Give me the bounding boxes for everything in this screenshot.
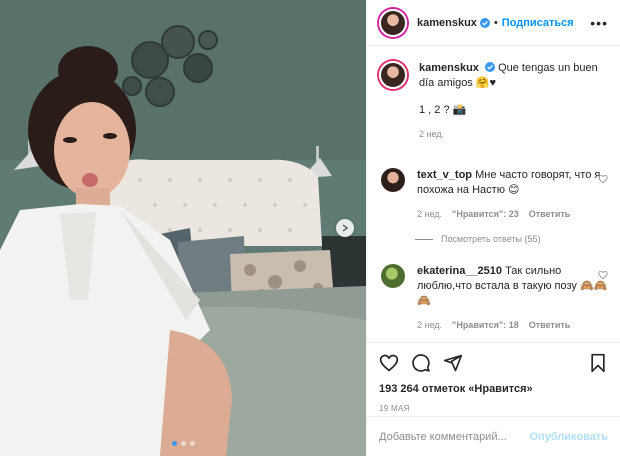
action-icons (379, 351, 608, 375)
commenter-avatar[interactable] (381, 168, 405, 192)
photo-illustration (0, 0, 366, 456)
verified-badge-icon (485, 62, 495, 72)
header-separator: • (493, 16, 498, 29)
commenter-avatar[interactable] (381, 264, 405, 288)
post-side-panel: kamenskux • Подписаться ••• kamenskux Qu… (366, 0, 620, 456)
like-comment-icon[interactable] (598, 270, 608, 280)
likes-count[interactable]: 193 264 отметок «Нравится» (379, 383, 608, 395)
follow-button[interactable]: Подписаться (502, 17, 574, 29)
view-replies-label: Посмотреть ответы (55) (441, 234, 541, 244)
publish-button[interactable]: Опубликовать (529, 431, 608, 443)
caption-time[interactable]: 2 нед. (419, 127, 444, 142)
instagram-post: kamenskux • Подписаться ••• kamenskux Qu… (0, 0, 620, 456)
comment-input[interactable] (379, 430, 530, 443)
author-username[interactable]: kamenskux (417, 17, 477, 29)
bookmark-icon[interactable] (588, 353, 608, 373)
comment-likes[interactable]: "Нравится": 18 (452, 318, 519, 333)
comment-item: ekaterina__2510 Так сильно люблю,что вст… (379, 264, 608, 333)
comment-icon[interactable] (411, 353, 431, 373)
comment-meta: 2 нед. "Нравится": 18 Ответить (417, 318, 608, 333)
more-options-icon[interactable]: ••• (590, 15, 608, 31)
caption-text-line: kamenskux Que tengas un buen día amigos … (419, 61, 608, 91)
reply-button[interactable]: Ответить (529, 207, 571, 222)
post-photo[interactable] (0, 0, 366, 456)
comment-text-line: text_v_top Мне часто говорят, что я похо… (417, 168, 608, 198)
carousel-dot (189, 441, 195, 446)
comment-likes[interactable]: "Нравится": 23 (452, 207, 519, 222)
post-header: kamenskux • Подписаться ••• (367, 0, 620, 46)
carousel-dot (171, 441, 177, 446)
comment-meta: 2 нед. "Нравится": 23 Ответить (417, 207, 608, 222)
like-comment-icon[interactable] (598, 174, 608, 184)
author-name-block: kamenskux • Подписаться (417, 17, 574, 29)
share-icon[interactable] (443, 353, 463, 373)
comments-list[interactable]: kamenskux Que tengas un buen día amigos … (367, 47, 620, 342)
comment-time[interactable]: 2 нед. (417, 207, 442, 222)
view-replies-button[interactable]: Посмотреть ответы (55) (415, 234, 608, 244)
heart-icon[interactable] (379, 353, 399, 373)
replies-line (415, 238, 433, 240)
carousel-indicator (0, 441, 366, 446)
caption-extra: 1 , 2 ? 📸 (419, 104, 467, 116)
comment-text-line: ekaterina__2510 Так сильно люблю,что вст… (417, 264, 608, 309)
chevron-right-icon (342, 224, 349, 232)
caption-username[interactable]: kamenskux (419, 62, 479, 74)
commenter-username[interactable]: ekaterina__2510 (417, 265, 502, 277)
comment-time[interactable]: 2 нед. (417, 318, 442, 333)
comment-item: text_v_top Мне часто говорят, что я похо… (379, 168, 608, 222)
author-avatar[interactable] (379, 8, 407, 37)
post-caption: kamenskux Que tengas un buen día amigos … (379, 61, 608, 142)
caption-meta: 2 нед. (419, 127, 608, 142)
add-comment-bar: Опубликовать (367, 416, 620, 456)
carousel-dot (180, 441, 186, 446)
verified-badge-icon (479, 17, 490, 28)
commenter-username[interactable]: text_v_top (417, 169, 472, 181)
reply-button[interactable]: Ответить (529, 318, 571, 333)
caption-avatar[interactable] (379, 61, 407, 89)
next-slide-button[interactable] (336, 219, 354, 237)
post-actions: 193 264 отметок «Нравится» 19 МАЯ (367, 342, 620, 413)
post-date[interactable]: 19 МАЯ (379, 404, 608, 413)
